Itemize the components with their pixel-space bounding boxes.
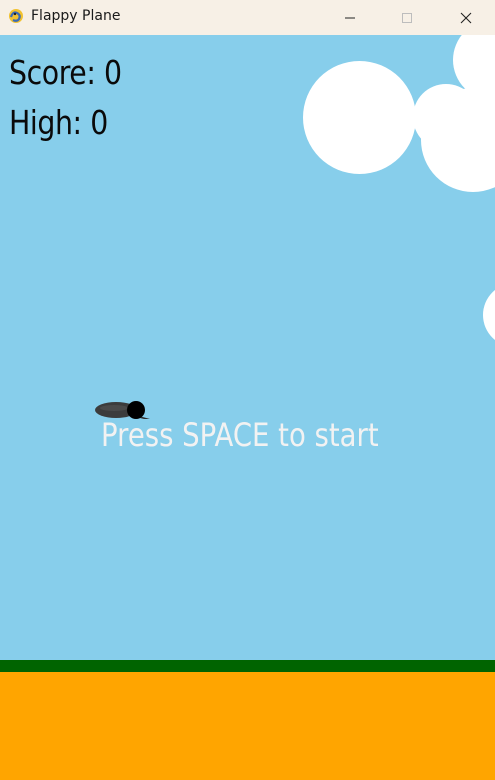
window-title: Flappy Plane xyxy=(31,8,121,24)
cloud xyxy=(483,283,495,347)
cloud xyxy=(303,61,416,174)
score-label: Score: 0 xyxy=(9,53,122,92)
maximize-button[interactable] xyxy=(378,0,436,35)
title-bar[interactable]: Flappy Plane xyxy=(0,0,495,35)
high-score-label: High: 0 xyxy=(9,103,108,142)
game-canvas[interactable]: Score: 0 High: 0 Press SPACE to start xyxy=(0,35,495,780)
ground xyxy=(0,672,495,780)
minimize-button[interactable] xyxy=(321,0,379,35)
game-window: Flappy Plane Score: 0 High: 0 Press SPAC… xyxy=(0,0,495,780)
minimize-icon xyxy=(345,17,355,18)
close-button[interactable] xyxy=(437,0,495,35)
close-icon xyxy=(460,12,472,23)
grass-strip xyxy=(0,660,495,672)
maximize-icon xyxy=(402,12,412,23)
pygame-snake-icon xyxy=(9,9,23,23)
start-prompt: Press SPACE to start xyxy=(101,416,379,454)
